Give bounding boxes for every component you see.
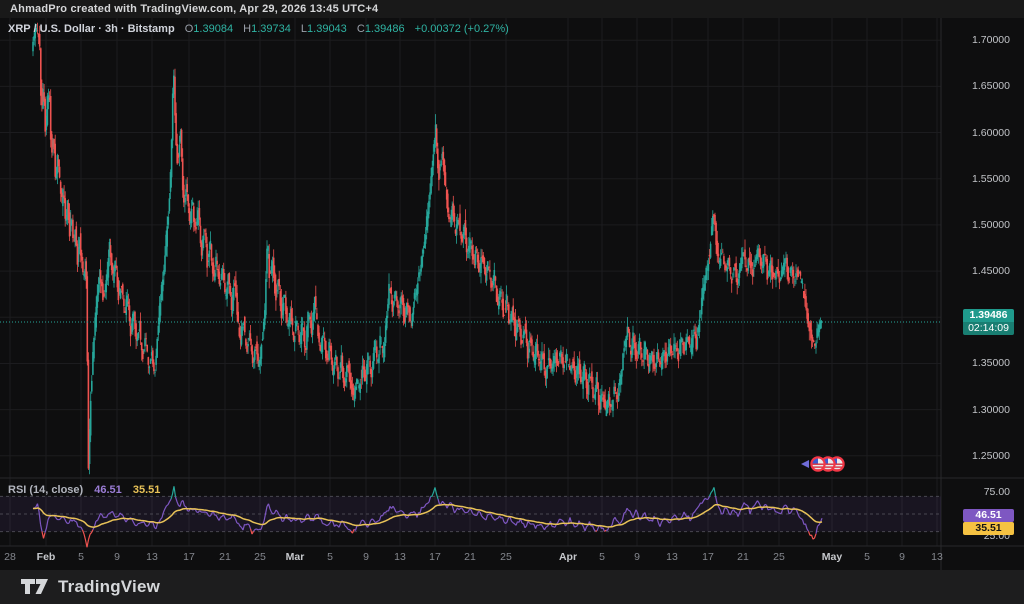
rsi-ma-value: 35.51 (133, 484, 161, 496)
chart-area[interactable]: XRP / U.S. Dollar · 3h · Bitstamp O1.390… (0, 18, 1024, 570)
rsi-value: 46.51 (94, 484, 122, 496)
high-value: 1.39734 (251, 23, 291, 35)
time-tick-label: 9 (634, 551, 640, 563)
low-value: 1.39043 (307, 23, 347, 35)
time-tick-label: May (822, 551, 842, 563)
rsi-tick-label: 75.00 (984, 486, 1010, 498)
rsi-value-badge: 46.51 (963, 509, 1014, 522)
price-tick-label: 1.30000 (972, 404, 1010, 416)
time-tick-label: 9 (899, 551, 905, 563)
open-label: O (185, 23, 194, 35)
time-tick-label: 21 (737, 551, 749, 563)
price-tick-label: 1.45000 (972, 265, 1010, 277)
price-tick-label: 1.35000 (972, 357, 1010, 369)
event-arrow-icon[interactable] (801, 460, 809, 468)
time-tick-label: 5 (327, 551, 333, 563)
time-tick-label: 25 (500, 551, 512, 563)
time-tick-label: 5 (864, 551, 870, 563)
time-tick-label: 5 (599, 551, 605, 563)
us-flag-event-icon[interactable] (811, 457, 824, 470)
time-tick-label: 9 (114, 551, 120, 563)
tradingview-logo-icon[interactable] (21, 579, 49, 596)
last-price-value: 1.39486 (970, 309, 1008, 321)
tradingview-logo-text[interactable]: TradingView (58, 577, 160, 597)
price-tick-label: 1.55000 (972, 173, 1010, 185)
close-label: C (357, 23, 365, 35)
bar-countdown: 02:14:09 (963, 322, 1014, 335)
time-tick-label: 17 (429, 551, 441, 563)
time-tick-label: 13 (931, 551, 943, 563)
time-tick-label: 5 (78, 551, 84, 563)
time-tick-label: 13 (666, 551, 678, 563)
open-value: 1.39084 (193, 23, 233, 35)
time-tick-label: 21 (464, 551, 476, 563)
price-tick-label: 1.60000 (972, 127, 1010, 139)
price-tick-label: 1.50000 (972, 219, 1010, 231)
symbol-legend[interactable]: XRP / U.S. Dollar · 3h · Bitstamp O1.390… (8, 23, 509, 35)
symbol-title: XRP / U.S. Dollar · 3h · Bitstamp (8, 23, 175, 35)
time-tick-label: 13 (146, 551, 158, 563)
time-tick-label: 17 (183, 551, 195, 563)
attribution-bar: AhmadPro created with TradingView.com, A… (0, 0, 1024, 18)
rsi-ma-value-badge: 35.51 (963, 522, 1014, 535)
change-value: +0.00372 (+0.27%) (415, 23, 509, 35)
tradingview-snapshot: AhmadPro created with TradingView.com, A… (0, 0, 1024, 604)
time-tick-label: 25 (773, 551, 785, 563)
price-tick-label: 1.70000 (972, 34, 1010, 46)
price-tick-label: 1.65000 (972, 80, 1010, 92)
time-tick-label: 13 (394, 551, 406, 563)
time-tick-label: 25 (254, 551, 266, 563)
close-value: 1.39486 (365, 23, 405, 35)
time-tick-label: Feb (37, 551, 56, 563)
high-label: H (243, 23, 251, 35)
attribution-text: AhmadPro created with TradingView.com, A… (10, 3, 378, 15)
footer-bar: TradingView (0, 570, 1024, 604)
time-tick-label: 17 (702, 551, 714, 563)
rsi-title: RSI (14, close) (8, 484, 83, 496)
last-price-badge: 1.39486 02:14:09 (963, 309, 1014, 335)
time-tick-label: 28 (4, 551, 16, 563)
time-tick-label: 9 (363, 551, 369, 563)
price-tick-label: 1.25000 (972, 450, 1010, 462)
rsi-legend[interactable]: RSI (14, close) 46.51 35.51 (8, 484, 160, 496)
time-tick-label: Mar (286, 551, 305, 563)
time-tick-label: 21 (219, 551, 231, 563)
time-tick-label: Apr (559, 551, 577, 563)
